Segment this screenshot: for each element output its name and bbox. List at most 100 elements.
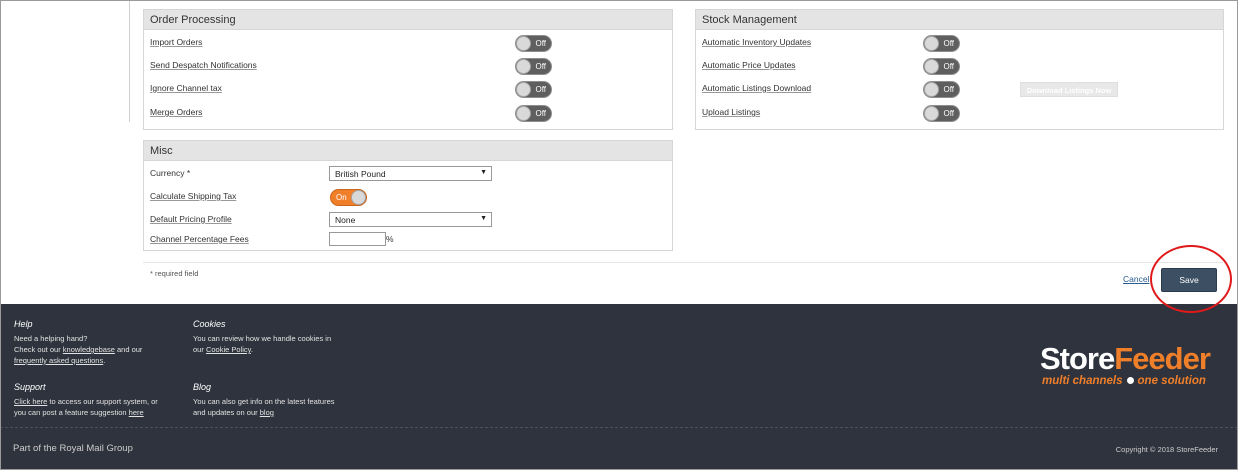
help-line3-post: .: [103, 356, 106, 365]
cookies-title: Cookies: [193, 319, 226, 329]
pricing-profile-select[interactable]: None ▼: [329, 212, 492, 227]
download-listings-button[interactable]: Download Listings Now: [1020, 82, 1118, 97]
toggle-state-text: Off: [943, 85, 954, 94]
toggle-knob: [924, 36, 939, 51]
toggle-knob: [516, 106, 531, 121]
toggle-state-text: On: [336, 193, 347, 202]
auto-listings-toggle[interactable]: Off: [923, 81, 960, 98]
send-despatch-toggle[interactable]: Off: [515, 58, 552, 75]
send-despatch-label: Send Despatch Notifications: [150, 60, 257, 70]
blog-text: You can also get info on the latest feat…: [193, 396, 335, 418]
toggle-knob: [516, 36, 531, 51]
auto-listings-row: Automatic Listings Download: [702, 83, 811, 93]
pricing-profile-row: Default Pricing Profile: [150, 214, 232, 224]
footer-divider: [0, 427, 1238, 428]
pricing-profile-value: None: [335, 215, 356, 225]
support-click-here-link[interactable]: Click here: [14, 397, 47, 406]
support-text: Click here to access our support system,…: [14, 396, 158, 418]
cancel-link[interactable]: Cancel: [1123, 274, 1149, 284]
dot-icon: [1126, 376, 1134, 384]
currency-value: British Pound: [335, 169, 386, 179]
cookie-policy-link[interactable]: Cookie Policy: [206, 345, 251, 354]
help-title: Help: [14, 319, 33, 329]
faq-link[interactable]: frequently asked questions: [14, 356, 103, 365]
toggle-state-text: Off: [535, 62, 546, 71]
auto-listings-label: Automatic Listings Download: [702, 83, 812, 93]
settings-content: Order Processing Import Orders Off Send …: [0, 0, 1238, 313]
toggle-knob: [516, 59, 531, 74]
blog-link[interactable]: blog: [260, 408, 274, 417]
fees-label: Channel Percentage Fees: [150, 234, 249, 244]
toggle-knob: [351, 190, 366, 205]
support-line1-post: to access our support system, or: [47, 397, 158, 406]
toggle-state-text: Off: [943, 39, 954, 48]
help-line2-mid: and our: [114, 345, 143, 354]
logo-wordmark: StoreFeeder: [1040, 341, 1211, 376]
misc-panel: Misc Currency * British Pound ▼ Calculate…: [143, 140, 673, 251]
form-divider: [143, 262, 1223, 263]
currency-row: Currency *: [150, 168, 190, 178]
pricing-profile-label: Default Pricing Profile: [150, 214, 232, 224]
royal-mail-group-text: Part of the Royal Mail Group: [13, 443, 133, 454]
copyright-text: Copyright © 2018 StoreFeeder: [1115, 445, 1218, 454]
auto-inventory-toggle[interactable]: Off: [923, 35, 960, 52]
auto-price-toggle[interactable]: Off: [923, 58, 960, 75]
feature-suggestion-link[interactable]: here: [129, 408, 144, 417]
shipping-tax-row: Calculate Shipping Tax: [150, 191, 236, 201]
toggle-knob: [924, 59, 939, 74]
left-divider: [129, 0, 130, 122]
toggle-knob: [924, 106, 939, 121]
blog-line1: You can also get info on the latest feat…: [193, 397, 335, 406]
blog-title: Blog: [193, 382, 212, 392]
caret-down-icon: ▼: [480, 169, 487, 176]
toggle-knob: [924, 82, 939, 97]
help-line2-pre: Check out our: [14, 345, 63, 354]
stock-management-title: Stock Management: [696, 10, 1223, 30]
cookies-text: You can review how we handle cookies in …: [193, 333, 331, 355]
caret-down-icon: ▼: [480, 215, 487, 222]
currency-select[interactable]: British Pound ▼: [329, 166, 492, 181]
shipping-tax-toggle[interactable]: On: [330, 189, 367, 206]
import-orders-row: Import Orders: [150, 37, 202, 47]
merge-orders-label: Merge Orders: [150, 107, 203, 117]
blog-line2-pre: and updates on our: [193, 408, 260, 417]
upload-listings-toggle[interactable]: Off: [923, 105, 960, 122]
order-processing-title: Order Processing: [144, 10, 672, 30]
merge-orders-toggle[interactable]: Off: [515, 105, 552, 122]
help-line1: Need a helping hand?: [14, 334, 88, 343]
auto-price-row: Automatic Price Updates: [702, 60, 796, 70]
logo-tagline-right: one solution: [1137, 375, 1206, 387]
logo-tagline: multi channels one solution: [1042, 375, 1206, 387]
toggle-state-text: Off: [535, 39, 546, 48]
auto-inventory-label: Automatic Inventory Updates: [702, 37, 812, 47]
toggle-state-text: Off: [535, 109, 546, 118]
upload-listings-label: Upload Listings: [702, 107, 761, 117]
misc-title: Misc: [144, 141, 672, 161]
storefeeder-logo: StoreFeeder multi channels one solution: [1040, 342, 1230, 392]
fees-row: Channel Percentage Fees: [150, 234, 249, 244]
upload-listings-row: Upload Listings: [702, 107, 760, 117]
support-title: Support: [14, 382, 46, 392]
merge-orders-row: Merge Orders: [150, 107, 202, 117]
ignore-channel-tax-toggle[interactable]: Off: [515, 81, 552, 98]
save-button[interactable]: Save: [1161, 268, 1217, 292]
fees-input[interactable]: [329, 232, 386, 246]
toggle-state-text: Off: [943, 109, 954, 118]
import-orders-toggle[interactable]: Off: [515, 35, 552, 52]
cookies-line1: You can review how we handle cookies in: [193, 334, 332, 343]
import-orders-label: Import Orders: [150, 37, 203, 47]
support-line2-pre: you can post a feature suggestion: [14, 408, 129, 417]
shipping-tax-label: Calculate Shipping Tax: [150, 191, 237, 201]
send-despatch-row: Send Despatch Notifications: [150, 60, 257, 70]
toggle-knob: [516, 82, 531, 97]
logo-store-text: Store: [1040, 341, 1115, 376]
knowledgebase-link[interactable]: knowledgebase: [63, 345, 115, 354]
stock-management-panel: Stock Management Automatic Inventory Upd…: [695, 9, 1224, 130]
auto-inventory-row: Automatic Inventory Updates: [702, 37, 811, 47]
ignore-channel-tax-label: Ignore Channel tax: [150, 83, 222, 93]
cookies-line2-pre: our: [193, 345, 206, 354]
toggle-state-text: Off: [535, 85, 546, 94]
currency-label: Currency *: [150, 168, 191, 178]
logo-feeder-text: Feeder: [1114, 341, 1211, 376]
help-text: Need a helping hand? Check out our knowl…: [14, 333, 142, 366]
